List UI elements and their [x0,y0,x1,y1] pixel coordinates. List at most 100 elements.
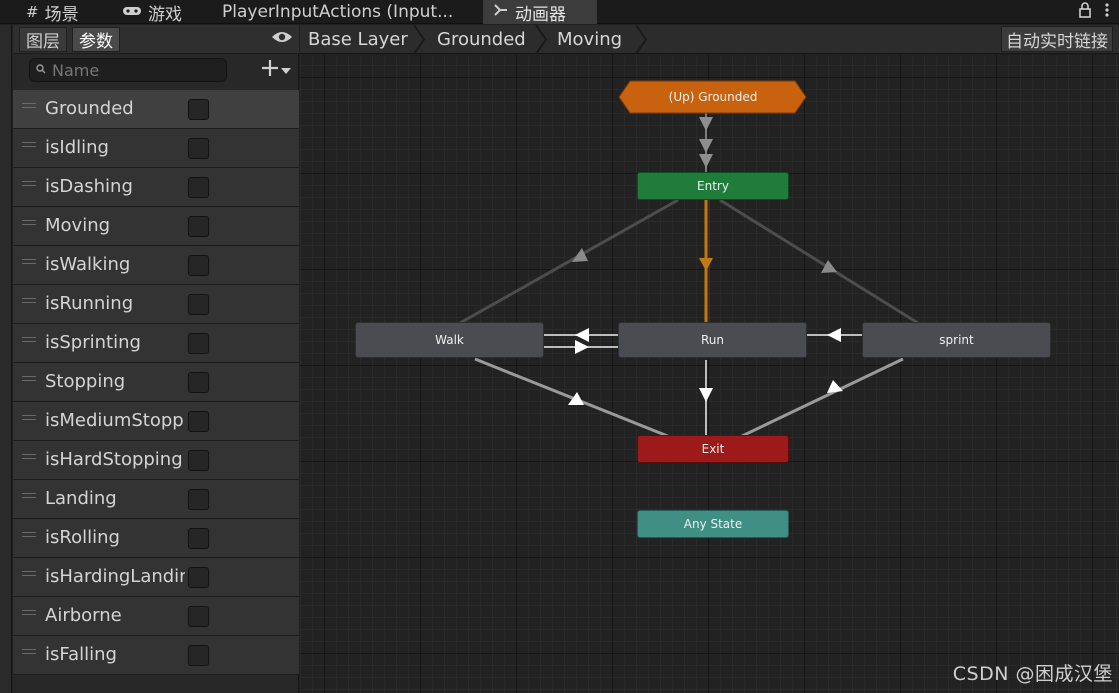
breadcrumb-separator-icon [413,25,426,54]
drag-handle-icon[interactable] [22,142,36,147]
parameter-name: Landing [45,488,117,509]
transition-arrow[interactable] [699,258,713,271]
left-edge-strip [0,25,12,693]
drag-handle-icon[interactable] [22,181,36,186]
breadcrumb-separator-icon [635,25,648,54]
parameter-row[interactable]: isSprinting [13,324,299,363]
parameters-tab-button[interactable]: 参数 [72,27,120,52]
drag-handle-icon[interactable] [22,337,36,342]
breadcrumb-grounded[interactable]: Grounded [437,25,526,54]
drag-handle-icon[interactable] [22,415,36,420]
up-grounded-node[interactable]: (Up) Grounded [620,83,806,111]
drag-handle-icon[interactable] [22,298,36,303]
parameter-row[interactable]: isHardStopping [13,441,299,480]
eye-icon[interactable] [271,28,293,49]
breadcrumb-moving[interactable]: Moving [557,25,622,54]
watermark: CSDN @困成汉堡 [952,663,1113,685]
parameter-row[interactable]: Moving [13,207,299,246]
transition-arrow[interactable] [699,154,713,168]
parameter-checkbox[interactable] [188,216,209,237]
parameter-row[interactable]: Airborne [13,597,299,636]
drag-handle-icon[interactable] [22,493,36,498]
window-controls [1079,0,1109,24]
more-options-icon[interactable] [1105,2,1109,22]
parameter-name: isHardingLanding [45,566,185,587]
parameter-search-input[interactable]: Name [29,58,227,82]
parameter-name: isMediumStopping [45,410,185,431]
parameter-checkbox[interactable] [188,99,209,120]
any-state-node[interactable]: Any State [637,510,789,538]
tab-animator[interactable]: 动画器 [483,0,597,24]
lock-icon[interactable] [1079,2,1091,22]
drag-handle-icon[interactable] [22,532,36,537]
parameter-row[interactable]: isRolling [13,519,299,558]
parameter-row[interactable]: Stopping [13,363,299,402]
tab-scene[interactable]: # 场景 [26,0,96,24]
parameter-name: Airborne [45,605,122,626]
transition-arrow[interactable] [699,388,713,402]
tab-player-input-actions[interactable]: PlayerInputActions (Input... [222,0,472,24]
drag-handle-icon[interactable] [22,220,36,225]
transition-arrow[interactable] [821,260,837,273]
parameter-row[interactable]: Landing [13,480,299,519]
parameter-row[interactable]: isHardingLanding [13,558,299,597]
layers-tab-button[interactable]: 图层 [19,27,67,52]
transition-line[interactable] [719,198,919,325]
parameter-checkbox[interactable] [188,411,209,432]
parameter-row[interactable]: Grounded [13,90,299,129]
breadcrumb-base-layer[interactable]: Base Layer [308,25,408,54]
breadcrumb: Base Layer Grounded Moving 自动实时链接 [300,25,1119,54]
transition-arrow[interactable] [575,328,589,342]
transition-arrow[interactable] [699,139,713,153]
parameter-row[interactable]: isFalling [13,636,299,675]
parameter-checkbox[interactable] [188,333,209,354]
drag-handle-icon[interactable] [22,649,36,654]
gamepad-icon [122,3,142,21]
transition-arrow[interactable] [575,340,589,354]
parameter-checkbox[interactable] [188,294,209,315]
walk-state-node[interactable]: Walk [355,322,544,358]
transition-arrow[interactable] [827,380,843,393]
drag-handle-icon[interactable] [22,454,36,459]
parameter-checkbox[interactable] [188,645,209,666]
transition-lines [459,80,919,439]
add-parameter-button[interactable] [261,59,291,82]
parameter-checkbox[interactable] [188,606,209,627]
parameter-checkbox[interactable] [188,138,209,159]
transition-line[interactable] [474,357,671,439]
parameter-checkbox[interactable] [188,567,209,588]
parameter-row[interactable]: isMediumStopping [13,402,299,441]
parameter-checkbox[interactable] [188,255,209,276]
parameter-row[interactable]: isWalking [13,246,299,285]
parameter-row[interactable]: isRunning [13,285,299,324]
parameters-panel: 图层 参数 Name Grounded isIdling isDashing M… [13,25,299,693]
transition-line[interactable] [739,357,904,439]
plus-icon [261,59,279,82]
search-placeholder: Name [52,60,100,80]
auto-live-link-button[interactable]: 自动实时链接 [1001,26,1113,52]
drag-handle-icon[interactable] [22,259,36,264]
parameter-checkbox[interactable] [188,450,209,471]
entry-node[interactable]: Entry [637,172,789,200]
parameter-row[interactable]: isIdling [13,129,299,168]
run-state-node[interactable]: Run [618,322,807,358]
parameter-checkbox[interactable] [188,528,209,549]
drag-handle-icon[interactable] [22,571,36,576]
parameter-name: isWalking [45,254,131,275]
tab-game[interactable]: 游戏 [122,0,202,24]
parameter-checkbox[interactable] [188,372,209,393]
sprint-state-node[interactable]: sprint [862,322,1051,358]
transition-line[interactable] [459,198,679,325]
transition-arrow[interactable] [572,248,588,262]
exit-node[interactable]: Exit [637,435,789,463]
animator-graph[interactable]: (Up) Grounded Entry Walk Run sprint Exit… [300,55,1119,693]
transition-arrow[interactable] [827,328,841,342]
drag-handle-icon[interactable] [22,376,36,381]
parameter-checkbox[interactable] [188,177,209,198]
window-tab-bar: # 场景 游戏 PlayerInputActions (Input... 动画器 [0,0,1119,24]
transition-arrow[interactable] [699,117,713,131]
drag-handle-icon[interactable] [22,103,36,108]
parameter-checkbox[interactable] [188,489,209,510]
drag-handle-icon[interactable] [22,610,36,615]
parameter-row[interactable]: isDashing [13,168,299,207]
